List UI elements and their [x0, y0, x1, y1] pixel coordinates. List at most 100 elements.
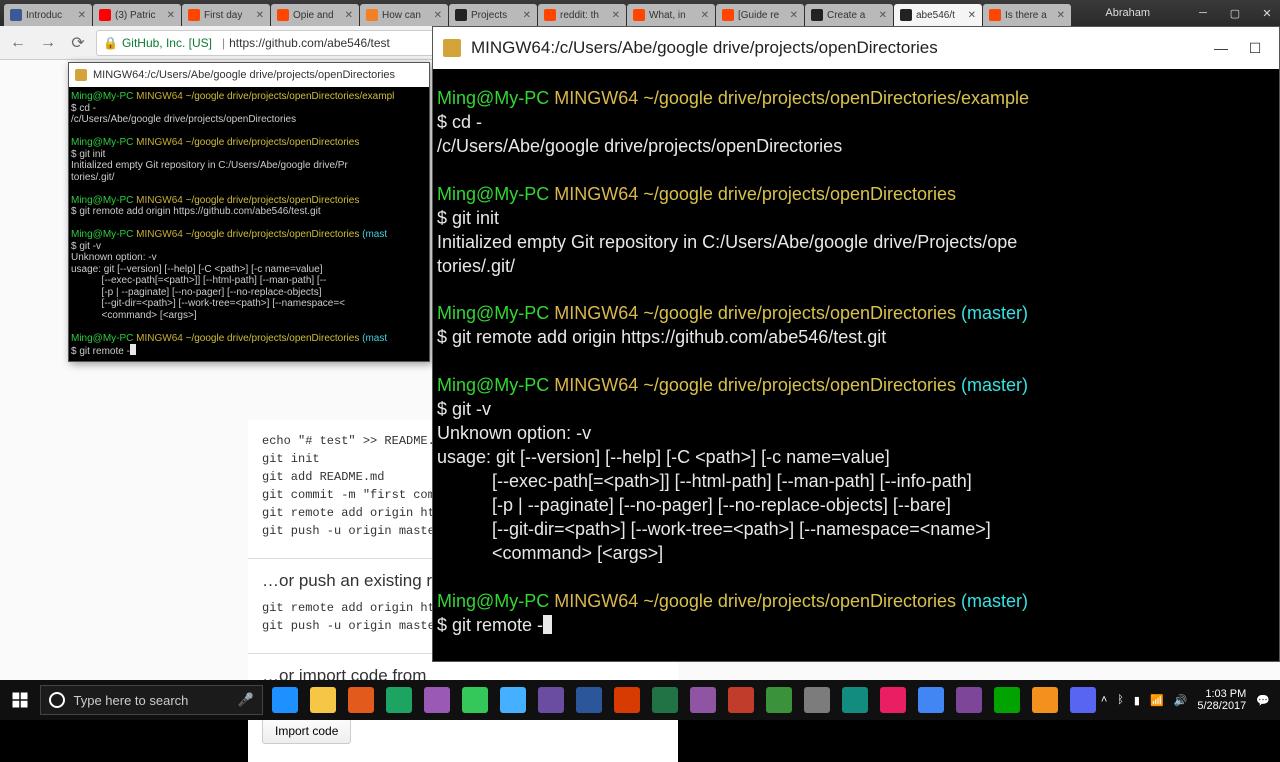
- mintty-large-body[interactable]: Ming@My-PC MINGW64 ~/google drive/projec…: [433, 69, 1279, 644]
- window-close[interactable]: ✕: [1258, 6, 1276, 20]
- taskbar-app-button[interactable]: [609, 682, 645, 718]
- app-icon: [804, 687, 830, 713]
- tab-close-icon[interactable]: ✕: [523, 10, 531, 21]
- tab-favicon: [900, 9, 912, 21]
- browser-tab[interactable]: [Guide re✕: [716, 4, 804, 26]
- tab-title: reddit: th: [560, 10, 609, 21]
- taskbar-app-button[interactable]: [647, 682, 683, 718]
- tray-notifications-icon[interactable]: 💬: [1256, 694, 1270, 707]
- lock-icon: 🔒: [103, 36, 118, 50]
- browser-tab[interactable]: Opie and✕: [271, 4, 359, 26]
- browser-tab[interactable]: How can✕: [360, 4, 448, 26]
- taskbar-app-button[interactable]: [875, 682, 911, 718]
- taskbar-app-button[interactable]: [685, 682, 721, 718]
- browser-tab[interactable]: What, in✕: [627, 4, 715, 26]
- taskbar-app-button[interactable]: [381, 682, 417, 718]
- app-icon: [272, 687, 298, 713]
- tray-network-icon[interactable]: 📶: [1150, 694, 1164, 707]
- tab-favicon: [811, 9, 823, 21]
- tab-close-icon[interactable]: ✕: [612, 10, 620, 21]
- taskbar-app-button[interactable]: [343, 682, 379, 718]
- window-maximize[interactable]: ▢: [1226, 6, 1244, 20]
- mintty-window-large[interactable]: MINGW64:/c/Users/Abe/google drive/projec…: [432, 26, 1280, 662]
- mintty-small-title-text: MINGW64:/c/Users/Abe/google drive/projec…: [93, 69, 395, 81]
- taskbar-app-button[interactable]: [951, 682, 987, 718]
- taskbar-app-button[interactable]: [495, 682, 531, 718]
- window-maximize[interactable]: ☐: [1241, 37, 1269, 59]
- taskbar-search-input[interactable]: Type here to search 🎤: [40, 685, 262, 715]
- tab-close-icon[interactable]: ✕: [1057, 10, 1065, 21]
- app-icon: [500, 687, 526, 713]
- taskbar-app-button[interactable]: [989, 682, 1025, 718]
- start-button[interactable]: [0, 680, 40, 720]
- tab-close-icon[interactable]: ✕: [78, 10, 86, 21]
- import-code-button[interactable]: Import code: [262, 718, 351, 744]
- tab-close-icon[interactable]: ✕: [167, 10, 175, 21]
- mintty-small-titlebar[interactable]: MINGW64:/c/Users/Abe/google drive/projec…: [69, 63, 429, 87]
- nav-forward-button[interactable]: →: [36, 31, 60, 55]
- tab-close-icon[interactable]: ✕: [879, 10, 887, 21]
- taskbar-app-button[interactable]: [1065, 682, 1101, 718]
- taskbar-app-button[interactable]: [305, 682, 341, 718]
- browser-tab[interactable]: reddit: th✕: [538, 4, 626, 26]
- url-text: https://github.com/abe546/test: [229, 36, 390, 50]
- secure-origin-label: GitHub, Inc. [US]: [122, 36, 212, 50]
- tab-title: First day: [204, 10, 253, 21]
- tab-close-icon[interactable]: ✕: [434, 10, 442, 21]
- app-icon: [462, 687, 488, 713]
- window-minimize[interactable]: ─: [1194, 6, 1212, 20]
- tab-close-icon[interactable]: ✕: [790, 10, 798, 21]
- browser-tab[interactable]: Introduc✕: [4, 4, 92, 26]
- tray-bluetooth-icon[interactable]: ᛒ: [1117, 694, 1124, 706]
- mintty-window-small[interactable]: MINGW64:/c/Users/Abe/google drive/projec…: [68, 62, 430, 362]
- tray-volume-icon[interactable]: 🔊: [1174, 694, 1188, 707]
- app-icon: [994, 687, 1020, 713]
- tab-title: (3) Patric: [115, 10, 164, 21]
- window-minimize[interactable]: —: [1207, 37, 1235, 59]
- taskbar-app-button[interactable]: [799, 682, 835, 718]
- browser-tab[interactable]: Create a✕: [805, 4, 893, 26]
- taskbar-app-button[interactable]: [533, 682, 569, 718]
- tab-favicon: [989, 9, 1001, 21]
- browser-tab[interactable]: (3) Patric✕: [93, 4, 181, 26]
- browser-tab[interactable]: First day✕: [182, 4, 270, 26]
- taskbar-app-button[interactable]: [267, 682, 303, 718]
- mintty-icon: [75, 69, 87, 81]
- tab-close-icon[interactable]: ✕: [701, 10, 709, 21]
- address-bar[interactable]: 🔒 GitHub, Inc. [US] | https://github.com…: [96, 30, 436, 56]
- nav-reload-button[interactable]: ⟳: [66, 31, 90, 55]
- taskbar-app-button[interactable]: [457, 682, 493, 718]
- app-icon: [614, 687, 640, 713]
- taskbar-app-button[interactable]: [571, 682, 607, 718]
- cursor-icon: [130, 344, 136, 355]
- browser-tab[interactable]: Projects✕: [449, 4, 537, 26]
- tab-favicon: [722, 9, 734, 21]
- taskbar-app-button[interactable]: [723, 682, 759, 718]
- taskbar-app-button[interactable]: [1027, 682, 1063, 718]
- tab-title: [Guide re: [738, 10, 787, 21]
- taskbar-app-button[interactable]: [419, 682, 455, 718]
- taskbar-app-button[interactable]: [913, 682, 949, 718]
- microphone-icon[interactable]: 🎤: [238, 692, 254, 708]
- nav-back-button[interactable]: ←: [6, 31, 30, 55]
- windows-taskbar: Type here to search 🎤 ˄ ᛒ ▮ 📶 🔊 1:03 PM …: [0, 680, 1280, 720]
- tray-chevron-up-icon[interactable]: ˄: [1101, 694, 1107, 706]
- tray-battery-icon[interactable]: ▮: [1134, 694, 1140, 707]
- taskbar-app-button[interactable]: [837, 682, 873, 718]
- mintty-large-titlebar[interactable]: MINGW64:/c/Users/Abe/google drive/projec…: [433, 27, 1279, 69]
- app-icon: [880, 687, 906, 713]
- windows-logo-icon: [11, 691, 29, 709]
- taskbar-clock[interactable]: 1:03 PM 5/28/2017: [1197, 688, 1246, 712]
- system-tray[interactable]: ˄ ᛒ ▮ 📶 🔊 1:03 PM 5/28/2017 💬: [1101, 688, 1280, 712]
- app-icon: [538, 687, 564, 713]
- mintty-small-body[interactable]: Ming@My-PC MINGW64 ~/google drive/projec…: [69, 87, 429, 362]
- cortana-icon: [49, 692, 65, 708]
- tab-close-icon[interactable]: ✕: [345, 10, 353, 21]
- browser-tab[interactable]: abe546/t✕: [894, 4, 982, 26]
- browser-tab[interactable]: Is there a✕: [983, 4, 1071, 26]
- app-icon: [1032, 687, 1058, 713]
- tab-close-icon[interactable]: ✕: [968, 10, 976, 21]
- tab-close-icon[interactable]: ✕: [256, 10, 264, 21]
- taskbar-app-button[interactable]: [761, 682, 797, 718]
- search-placeholder: Type here to search: [73, 693, 188, 708]
